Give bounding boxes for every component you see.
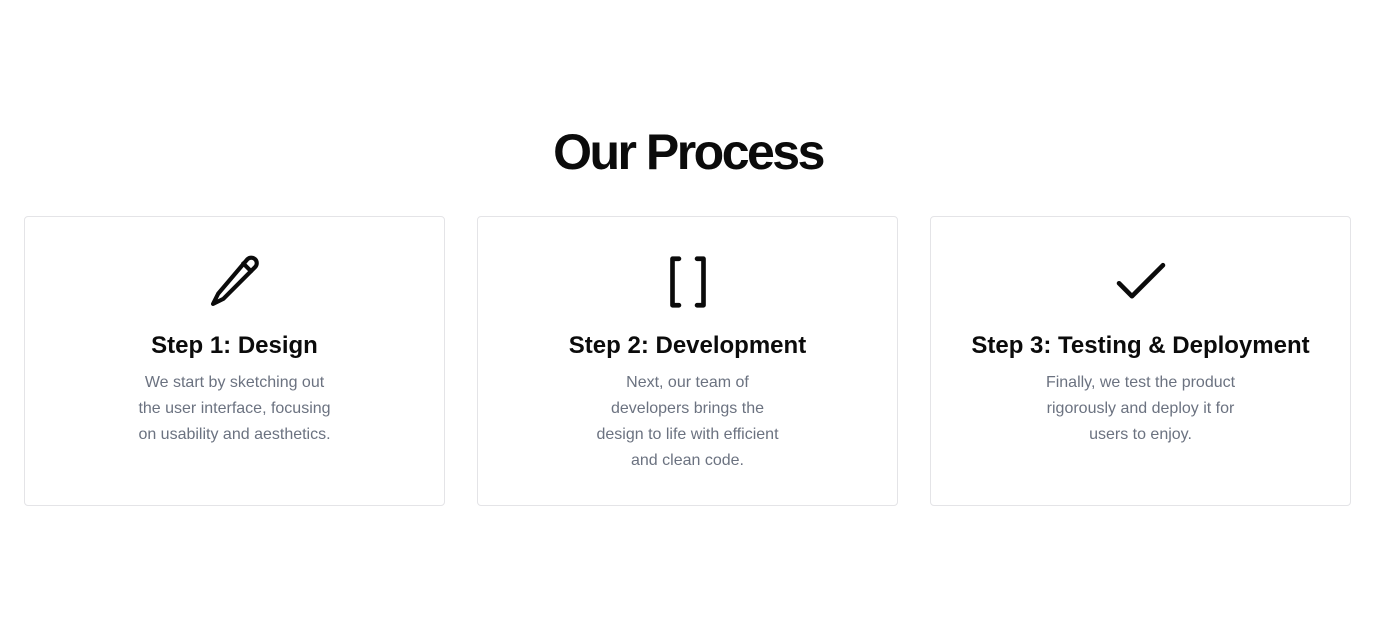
step-card-development: Step 2: Development Next, our team of de… xyxy=(477,216,898,506)
step-description: Next, our team of developers brings the … xyxy=(596,374,779,469)
process-section: Our Process Step 1: Design We start by s… xyxy=(0,0,1376,634)
brackets-icon xyxy=(657,251,719,313)
step-card-design: Step 1: Design We start by sketching out… xyxy=(24,216,445,506)
check-icon xyxy=(1110,251,1172,313)
process-steps: Step 1: Design We start by sketching out… xyxy=(24,216,1352,506)
pencil-icon xyxy=(204,251,266,313)
step-description: Finally, we test the product rigorously … xyxy=(1045,374,1236,443)
step-title: Step 2: Development xyxy=(568,332,807,359)
step-description: We start by sketching out the user inter… xyxy=(138,374,331,443)
section-title: Our Process xyxy=(553,124,825,180)
step-title: Step 1: Design xyxy=(151,332,318,359)
step-card-testing-deployment: Step 3: Testing & Deployment Finally, we… xyxy=(930,216,1351,506)
step-title: Step 3: Testing & Deployment xyxy=(971,332,1310,359)
